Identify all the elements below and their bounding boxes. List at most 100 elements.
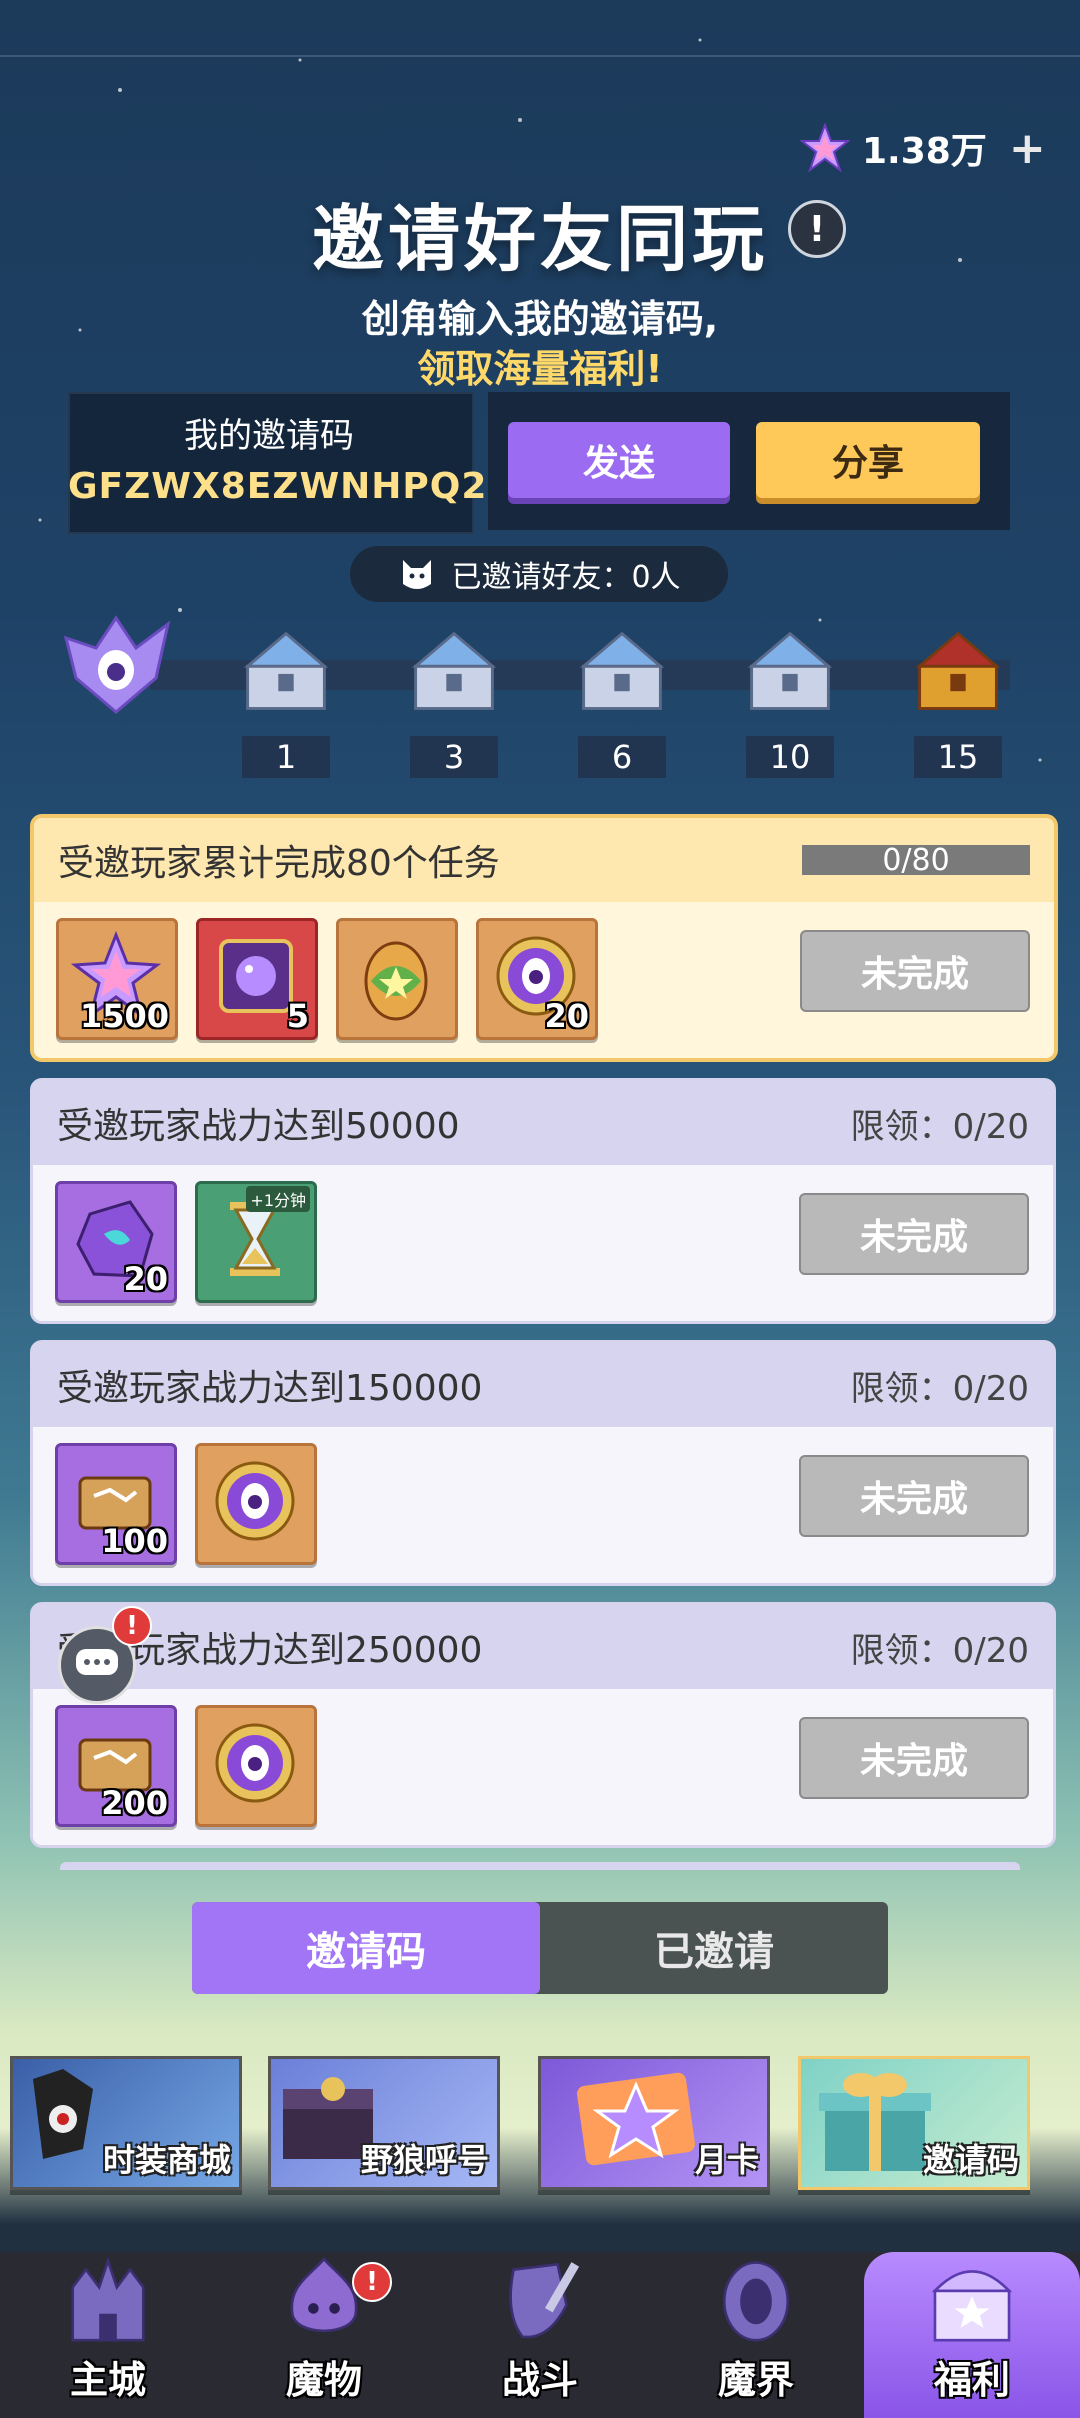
task-status-button[interactable]: 未完成 — [799, 1717, 1029, 1799]
reward-quantity: 20 — [544, 997, 589, 1035]
task-rewards: 100 未完成 — [33, 1427, 1053, 1583]
task-progress-bar: 0/80 — [802, 843, 1030, 878]
reward-item[interactable]: 5 — [196, 918, 318, 1040]
share-button[interactable]: 分享 — [756, 422, 980, 498]
bottom-nav: 主城 魔物 ! 战斗 魔界 福利 — [0, 2252, 1080, 2418]
silver-chest-icon[interactable] — [574, 624, 670, 720]
monsters-alert-badge: ! — [352, 2262, 392, 2302]
nav-monsters[interactable]: 魔物 ! — [216, 2252, 432, 2418]
task-header: 受邀玩家战力达到250000 限领：0/20 — [33, 1605, 1053, 1689]
nav-label: 魔物 — [285, 2358, 362, 2402]
nav-main-city[interactable]: 主城 — [0, 2252, 216, 2418]
shortcut-label: 邀请码 — [922, 2141, 1019, 2179]
reward-item[interactable]: +1分钟 — [195, 1181, 317, 1303]
info-button[interactable]: ! — [788, 200, 846, 258]
milestone-count: 1 — [242, 736, 330, 778]
egg-icon — [364, 941, 428, 1021]
invite-code-label: 我的邀请码 — [184, 416, 354, 456]
task-card: 受邀玩家战力达到50000 限领：0/20 20 +1分钟 未完成 — [30, 1078, 1056, 1324]
currency-amount: 1.38万 — [862, 131, 987, 172]
task-header: 受邀玩家累计完成80个任务 0/80 — [34, 818, 1054, 902]
currency-display[interactable]: 1.38万 + — [800, 118, 1046, 178]
milestone-count: 15 — [914, 736, 1002, 778]
portal-icon — [722, 2261, 790, 2342]
task-card: 受邀玩家累计完成80个任务 0/80 1500 5 20 未完成 — [30, 814, 1058, 1062]
task-title: 受邀玩家战力达到150000 — [57, 1368, 483, 1409]
nav-battle[interactable]: 战斗 — [432, 2252, 648, 2418]
reward-quantity: 100 — [101, 1522, 168, 1560]
silver-chest-icon[interactable] — [742, 624, 838, 720]
invite-tabs: 邀请码 已邀请 — [192, 1902, 888, 1994]
shortcut-monthly-card[interactable]: 月卡 — [538, 2056, 770, 2190]
task-title: 受邀玩家战力达到50000 — [57, 1106, 460, 1147]
reward-item[interactable]: 200 — [55, 1705, 177, 1827]
add-currency-button[interactable]: + — [1009, 123, 1046, 174]
reward-item[interactable]: 100 — [55, 1443, 177, 1565]
summon-token-icon — [215, 1461, 295, 1541]
tab-invited[interactable]: 已邀请 — [540, 1902, 888, 1994]
eye-monster-icon — [63, 615, 171, 714]
shortcut-label: 时装商城 — [102, 2141, 231, 2179]
gold-chest-icon[interactable] — [910, 624, 1006, 720]
milestone-count: 10 — [746, 736, 834, 778]
chat-alert-badge: ! — [112, 1606, 152, 1646]
task-claim-limit: 限领：0/20 — [850, 1630, 1029, 1671]
subtitle-line2: 领取海量福利! — [417, 347, 663, 391]
next-task-card-edge — [60, 1862, 1020, 1870]
reward-quantity: 5 — [286, 997, 309, 1035]
subtitle-line1: 创角输入我的邀请码, — [361, 297, 719, 341]
cat-icon — [403, 560, 432, 589]
task-title: 受邀玩家累计完成80个任务 — [58, 843, 500, 884]
task-header: 受邀玩家战力达到50000 限领：0/20 — [33, 1081, 1053, 1165]
monthly-card-icon — [577, 2072, 695, 2166]
gift-box-icon — [819, 2073, 931, 2171]
shortcut-wolf-call[interactable]: 野狼呼号 — [268, 2056, 500, 2190]
milestone-count: 6 — [578, 736, 666, 778]
shortcut-fashion-shop[interactable]: 时装商城 — [10, 2056, 242, 2190]
reward-quantity: 200 — [101, 1784, 168, 1822]
task-card: 受邀玩家战力达到150000 限领：0/20 100 未完成 — [30, 1340, 1056, 1586]
task-status-button[interactable]: 未完成 — [800, 930, 1030, 1012]
task-rewards: 200 未完成 — [33, 1689, 1053, 1845]
silver-chest-icon[interactable] — [406, 624, 502, 720]
nav-benefits[interactable]: 福利 — [864, 2252, 1080, 2418]
silver-chest-icon[interactable] — [238, 624, 334, 720]
invited-count-text: 已邀请好友：0人 — [451, 560, 681, 595]
reward-item[interactable] — [195, 1705, 317, 1827]
treasure-chest-icon — [931, 2270, 1013, 2342]
task-rewards: 1500 5 20 未完成 — [34, 902, 1054, 1058]
invited-count-pill: 已邀请好友：0人 — [350, 546, 728, 602]
shortcut-label: 野狼呼号 — [360, 2141, 489, 2179]
nav-label: 魔界 — [717, 2358, 794, 2402]
task-claim-limit: 限领：0/20 — [850, 1368, 1029, 1409]
nav-label: 战斗 — [501, 2358, 578, 2402]
chat-bubble-icon — [76, 1649, 118, 1675]
tab-invite-code[interactable]: 邀请码 — [192, 1902, 540, 1994]
shield-sword-icon — [509, 2262, 580, 2339]
task-status-button[interactable]: 未完成 — [799, 1455, 1029, 1537]
nav-label: 福利 — [933, 2358, 1010, 2402]
task-header: 受邀玩家战力达到150000 限领：0/20 — [33, 1343, 1053, 1427]
task-rewards: 20 +1分钟 未完成 — [33, 1165, 1053, 1321]
nav-demon-realm[interactable]: 魔界 — [648, 2252, 864, 2418]
task-claim-limit: 限领：0/20 — [850, 1106, 1029, 1147]
reward-tag: +1分钟 — [246, 1186, 310, 1212]
reward-item[interactable] — [195, 1443, 317, 1565]
task-card: 受邀玩家战力达到250000 限领：0/20 200 未完成 — [30, 1602, 1056, 1848]
summon-token-icon — [215, 1723, 295, 1803]
star-gem-icon — [800, 123, 850, 173]
reward-item[interactable]: 20 — [476, 918, 598, 1040]
reward-item[interactable]: 20 — [55, 1181, 177, 1303]
shortcut-label: 月卡 — [694, 2141, 759, 2179]
nav-label: 主城 — [69, 2358, 146, 2402]
task-status-button[interactable]: 未完成 — [799, 1193, 1029, 1275]
reward-item[interactable] — [336, 918, 458, 1040]
reward-item[interactable]: 1500 — [56, 918, 178, 1040]
send-button[interactable]: 发送 — [508, 422, 730, 498]
shortcut-invite-code[interactable]: 邀请码 — [798, 2056, 1030, 2190]
reward-quantity: 20 — [123, 1260, 168, 1298]
page-title: 邀请好友同玩 — [311, 197, 768, 281]
castle-icon — [71, 2256, 145, 2342]
reward-quantity: 1500 — [79, 997, 169, 1035]
invite-code-value[interactable]: GFZWX8EZWNHPQ2 — [68, 466, 486, 507]
